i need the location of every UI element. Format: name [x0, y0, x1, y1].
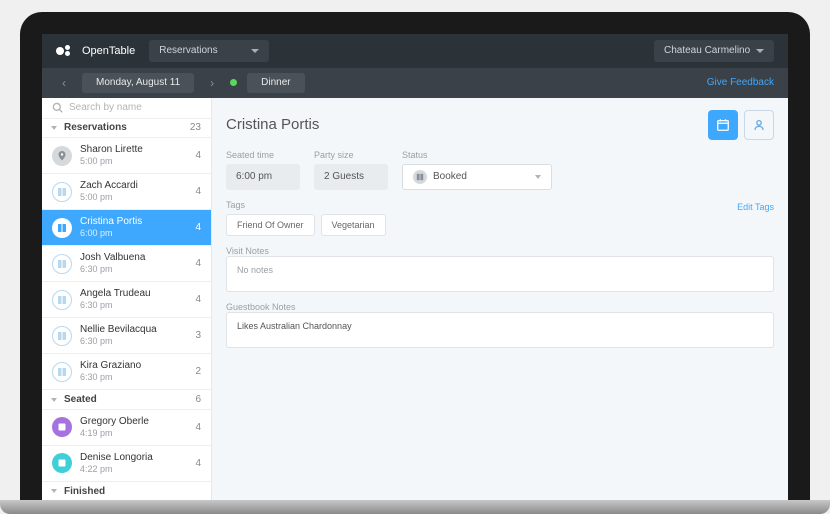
app-screen: OpenTable Reservations Chateau Carmelino… [42, 34, 788, 502]
list-item[interactable]: Josh Valbuena6:30 pm 4 [42, 246, 211, 282]
book-icon [52, 326, 72, 346]
item-name: Nellie Bevilacqua [80, 324, 187, 336]
brand-logo: OpenTable [56, 45, 135, 57]
item-name: Gregory Oberle [80, 416, 187, 428]
item-time: 4:22 pm [80, 464, 187, 475]
search-input[interactable]: Search by name [42, 98, 211, 119]
seated-list: Gregory Oberle4:19 pm4Denise Longoria4:2… [42, 410, 211, 482]
seated-time-field[interactable]: 6:00 pm [226, 164, 300, 190]
user-icon [752, 118, 766, 132]
chevron-down-icon [756, 49, 764, 53]
detail-pane: Cristina Portis Seated time 6:00 pm Part [212, 98, 788, 502]
item-party: 4 [195, 294, 201, 305]
item-time: 6:30 pm [80, 372, 187, 383]
book-icon [52, 290, 72, 310]
item-name: Kira Graziano [80, 360, 187, 372]
sub-bar: ‹ Monday, August 11 › Dinner Give Feedba… [42, 68, 788, 98]
field-row: Seated time 6:00 pm Party size 2 Guests … [226, 150, 774, 190]
item-party: 4 [195, 150, 201, 161]
party-size-field[interactable]: 2 Guests [314, 164, 388, 190]
item-time: 6:30 pm [80, 336, 187, 347]
nav-dropdown[interactable]: Reservations [149, 40, 269, 62]
book-icon [52, 182, 72, 202]
tag-list: Friend Of Owner Vegetarian [226, 214, 774, 236]
book-icon [52, 254, 72, 274]
book-icon [413, 170, 427, 184]
item-party: 4 [195, 422, 201, 433]
search-placeholder: Search by name [69, 102, 142, 113]
reservation-list: Sharon Lirette5:00 pm4Zach Accardi5:00 p… [42, 138, 211, 390]
section-reservations[interactable]: Reservations 23 [42, 119, 211, 139]
item-name: Sharon Lirette [80, 144, 187, 156]
item-party: 4 [195, 222, 201, 233]
sidebar: Search by name Reservations 23 Sharon Li… [42, 98, 212, 502]
item-name: Cristina Portis [80, 216, 187, 228]
search-icon [52, 102, 63, 113]
item-time: 5:00 pm [80, 192, 187, 203]
nav-dropdown-label: Reservations [159, 45, 217, 56]
item-name: Josh Valbuena [80, 252, 187, 264]
pin-icon [52, 146, 72, 166]
list-item[interactable]: Denise Longoria4:22 pm 4 [42, 446, 211, 482]
tags-label: Tags [226, 200, 245, 210]
list-item[interactable]: Zach Accardi5:00 pm 4 [42, 174, 211, 210]
square-icon [52, 417, 72, 437]
brand-name: OpenTable [82, 45, 135, 57]
party-size-label: Party size [314, 150, 388, 160]
item-party: 3 [195, 330, 201, 341]
status-dropdown[interactable]: Booked [402, 164, 552, 190]
item-party: 4 [195, 186, 201, 197]
visit-notes-field[interactable]: No notes [226, 256, 774, 292]
item-party: 4 [195, 258, 201, 269]
guestbook-notes-field[interactable]: Likes Australian Chardonnay [226, 312, 774, 348]
item-party: 4 [195, 458, 201, 469]
item-name: Denise Longoria [80, 452, 187, 464]
edit-tags-link[interactable]: Edit Tags [737, 202, 774, 212]
item-time: 6:30 pm [80, 300, 187, 311]
top-bar: OpenTable Reservations Chateau Carmelino [42, 34, 788, 68]
status-indicator-icon [230, 79, 237, 86]
visit-notes-label: Visit Notes [226, 246, 774, 256]
section-seated[interactable]: Seated 6 [42, 390, 211, 410]
list-item[interactable]: Kira Graziano6:30 pm 2 [42, 354, 211, 390]
list-item[interactable]: Gregory Oberle4:19 pm 4 [42, 410, 211, 446]
detail-header: Cristina Portis [226, 110, 774, 140]
guest-name: Cristina Portis [226, 116, 319, 133]
seated-time-label: Seated time [226, 150, 300, 160]
meal-selector[interactable]: Dinner [247, 73, 304, 93]
next-day-button[interactable]: › [204, 76, 220, 90]
item-time: 6:30 pm [80, 264, 187, 275]
venue-dropdown[interactable]: Chateau Carmelino [654, 40, 774, 62]
date-selector[interactable]: Monday, August 11 [82, 73, 194, 93]
list-item[interactable]: Angela Trudeau6:30 pm 4 [42, 282, 211, 318]
list-item[interactable]: Nellie Bevilacqua6:30 pm 3 [42, 318, 211, 354]
prev-day-button[interactable]: ‹ [56, 76, 72, 90]
item-time: 5:00 pm [80, 156, 187, 167]
item-time: 4:19 pm [80, 428, 187, 439]
item-party: 2 [195, 366, 201, 377]
status-label: Status [402, 150, 552, 160]
feedback-link[interactable]: Give Feedback [707, 77, 774, 88]
book-icon [52, 218, 72, 238]
square-icon [52, 453, 72, 473]
chevron-down-icon [251, 49, 259, 53]
item-name: Angela Trudeau [80, 288, 187, 300]
profile-tab[interactable] [744, 110, 774, 140]
logo-icon [56, 45, 76, 57]
chevron-down-icon [535, 175, 541, 179]
section-finished[interactable]: Finished [42, 482, 211, 502]
list-item[interactable]: Cristina Portis6:00 pm 4 [42, 210, 211, 246]
item-time: 6:00 pm [80, 228, 187, 239]
content-area: Search by name Reservations 23 Sharon Li… [42, 98, 788, 502]
laptop-frame: OpenTable Reservations Chateau Carmelino… [20, 12, 810, 502]
calendar-tab[interactable] [708, 110, 738, 140]
tag-chip[interactable]: Vegetarian [321, 214, 386, 236]
tag-chip[interactable]: Friend Of Owner [226, 214, 315, 236]
guestbook-notes-label: Guestbook Notes [226, 302, 774, 312]
item-name: Zach Accardi [80, 180, 187, 192]
book-icon [52, 362, 72, 382]
list-item[interactable]: Sharon Lirette5:00 pm 4 [42, 138, 211, 174]
calendar-icon [716, 118, 730, 132]
venue-dropdown-label: Chateau Carmelino [664, 45, 750, 56]
